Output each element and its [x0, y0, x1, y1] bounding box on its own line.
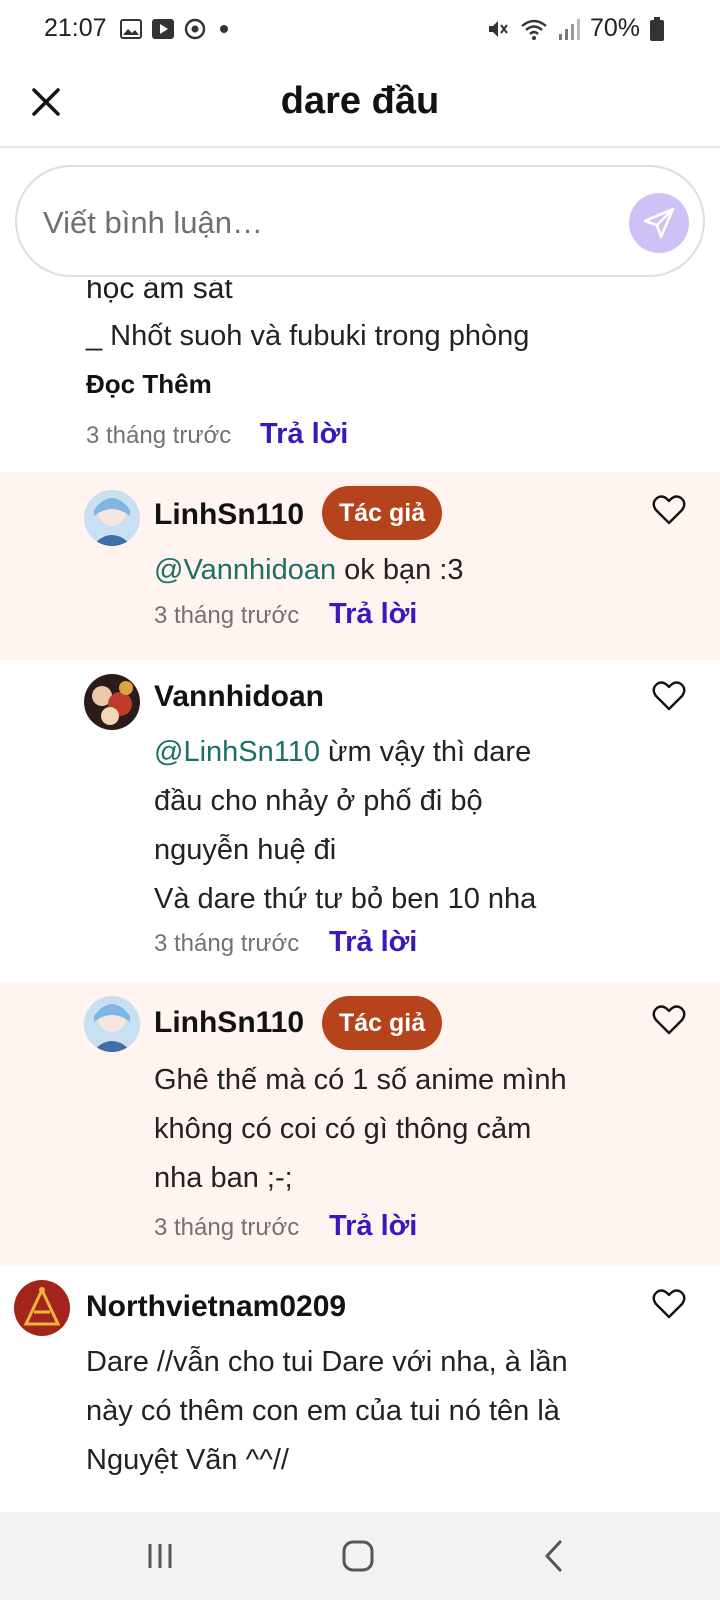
reply-link[interactable]: Trả lời: [329, 1210, 417, 1243]
heart-icon[interactable]: [652, 680, 686, 712]
reply-comment: Vannhidoan @LinhSn110 ừm vậy thì dare đầ…: [0, 660, 720, 982]
comment-text: @Vannhidoan ok bạn :3: [154, 546, 463, 595]
system-nav-bar: [0, 1512, 720, 1600]
mute-icon: [488, 20, 508, 37]
comment-time: 3 tháng trước: [154, 1214, 300, 1241]
comment-feed[interactable]: học ám sát _ Nhốt suoh và fubuki trong p…: [0, 280, 720, 1511]
comment-text: Dare //vẫn cho tui Dare với nha, à lần n…: [86, 1346, 568, 1476]
username[interactable]: LinhSn110: [154, 498, 304, 532]
avatar-image: [84, 674, 140, 730]
gallery-icon: [120, 19, 142, 39]
messenger-icon: [184, 18, 206, 40]
avatar[interactable]: [84, 490, 140, 546]
username[interactable]: Vannhidoan: [154, 680, 324, 714]
back-button[interactable]: [530, 1534, 578, 1578]
heart-icon[interactable]: [652, 494, 686, 526]
dot-icon: [220, 25, 228, 33]
mention-link[interactable]: @LinhSn110: [154, 736, 320, 768]
back-icon: [544, 1540, 562, 1572]
comment-text: Ghê thế mà có 1 số anime mình không có c…: [154, 1064, 567, 1194]
comment-time: 3 tháng trước: [154, 930, 300, 957]
header: dare đầu: [0, 62, 720, 148]
battery-icon: [650, 16, 664, 41]
top-comment: _ Nhốt suoh và fubuki trong phòng Đọc Th…: [0, 280, 720, 470]
recent-apps-button[interactable]: [136, 1534, 184, 1578]
comment-last-line: _ Nhốt suoh và fubuki trong phòng: [86, 320, 530, 352]
username[interactable]: Northvietnam0209: [86, 1290, 346, 1324]
recent-apps-icon: [148, 1544, 172, 1568]
mention-link[interactable]: @Vannhidoan: [154, 554, 336, 586]
reply-link[interactable]: Trả lời: [260, 418, 348, 451]
comment-time: 3 tháng trước: [86, 422, 232, 449]
avatar-image: [14, 1280, 70, 1336]
home-icon: [342, 1540, 374, 1572]
youtube-icon: [152, 19, 174, 39]
send-icon: [643, 207, 675, 239]
heart-icon[interactable]: [652, 1288, 686, 1320]
home-button[interactable]: [334, 1534, 382, 1578]
heart-icon[interactable]: [652, 1004, 686, 1036]
battery-percentage: 70%: [589, 14, 640, 42]
comment-text: @LinhSn110 ừm vậy thì dare đầu cho nhảy …: [154, 728, 536, 924]
page-title: dare đầu: [280, 80, 440, 122]
comment-time: 3 tháng trước: [154, 602, 300, 629]
author-badge: Tác giả: [322, 996, 443, 1050]
status-left-icons: [120, 18, 233, 40]
avatar[interactable]: [84, 996, 140, 1052]
signal-icon: [558, 18, 580, 40]
avatar-image: [84, 490, 140, 546]
avatar-image: [84, 996, 140, 1052]
read-more-link[interactable]: Đọc Thêm: [86, 369, 212, 400]
avatar[interactable]: [84, 674, 140, 730]
status-time: 21:07: [44, 14, 107, 42]
comment-input[interactable]: [43, 191, 603, 255]
status-right-icons: 70%: [486, 14, 664, 43]
wifi-icon: [521, 19, 547, 40]
comment-text-body: ok bạn :3: [336, 554, 464, 586]
avatar[interactable]: [14, 1280, 70, 1336]
send-button[interactable]: [629, 193, 689, 253]
reply-link[interactable]: Trả lời: [329, 598, 417, 631]
reply-comment: LinhSn110 Tác giả Ghê thế mà có 1 số ani…: [0, 982, 720, 1266]
reply-comment: LinhSn110 Tác giả @Vannhidoan ok bạn :3 …: [0, 472, 720, 660]
reply-link[interactable]: Trả lời: [329, 926, 417, 959]
status-bar: 21:07 70%: [0, 0, 720, 62]
comment-input-container: [15, 165, 705, 277]
author-badge: Tác giả: [322, 486, 443, 540]
username[interactable]: LinhSn110: [154, 1006, 304, 1040]
top-level-comment: Northvietnam0209 Dare //vẫn cho tui Dare…: [0, 1266, 720, 1511]
